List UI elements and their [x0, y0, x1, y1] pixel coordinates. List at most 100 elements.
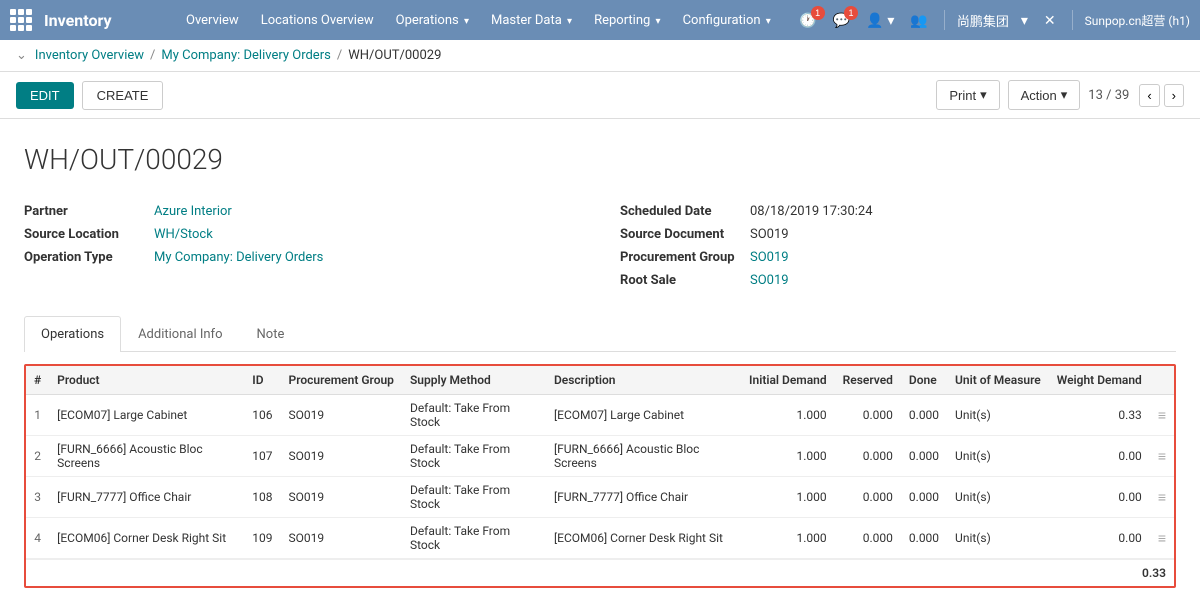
top-nav: Overview Locations Overview Operations ▾…: [176, 5, 789, 36]
action-label: Action: [1021, 88, 1057, 103]
cell-product: [FURN_6666] Acoustic Bloc Screens: [49, 436, 244, 477]
operations-table-container: # Product ID Procurement Group Supply Me…: [24, 364, 1176, 588]
field-value-source-document: SO019: [750, 227, 789, 242]
print-button[interactable]: Print ▾: [936, 80, 999, 110]
row-menu-icon[interactable]: ≡: [1158, 449, 1166, 465]
table-row[interactable]: 4 [ECOM06] Corner Desk Right Sit 109 SO0…: [26, 518, 1174, 559]
field-value-partner[interactable]: Azure Interior: [154, 204, 232, 219]
cell-weight: 0.33: [1049, 395, 1150, 436]
cell-list-icon[interactable]: ≡: [1150, 395, 1174, 436]
action-bar: EDIT CREATE Print ▾ Action ▾ 13 / 39 ‹ ›: [0, 72, 1200, 119]
cell-num: 2: [26, 436, 49, 477]
cell-done: 0.000: [901, 395, 947, 436]
cell-initial: 1.000: [741, 436, 835, 477]
total-weight-value: 0.33: [1086, 566, 1166, 580]
cell-list-icon[interactable]: ≡: [1150, 477, 1174, 518]
field-value-scheduled-date: 08/18/2019 17:30:24: [750, 204, 873, 219]
nav-configuration[interactable]: Configuration ▾: [673, 5, 781, 36]
app-logo[interactable]: Inventory: [10, 9, 170, 31]
breadcrumb: ⌄ Inventory Overview / My Company: Deliv…: [0, 40, 1200, 72]
table-row[interactable]: 2 [FURN_6666] Acoustic Bloc Screens 107 …: [26, 436, 1174, 477]
close-button[interactable]: ✕: [1040, 8, 1060, 33]
grid-icon: [10, 9, 32, 31]
field-value-root-sale[interactable]: SO019: [750, 273, 789, 288]
field-value-operation-type[interactable]: My Company: Delivery Orders: [154, 250, 323, 265]
cell-uom: Unit(s): [947, 477, 1049, 518]
cell-reserved: 0.000: [835, 477, 901, 518]
field-value-source-location[interactable]: WH/Stock: [154, 227, 213, 242]
company-dropdown[interactable]: ▾: [1017, 8, 1032, 33]
record-title: WH/OUT/00029: [24, 143, 1176, 176]
company-name[interactable]: 尚鹏集团: [957, 11, 1009, 30]
cell-list-icon[interactable]: ≡: [1150, 518, 1174, 559]
cell-product: [FURN_7777] Office Chair: [49, 477, 244, 518]
cell-desc: [FURN_6666] Acoustic Bloc Screens: [546, 436, 741, 477]
tab-additional-info[interactable]: Additional Info: [121, 316, 239, 352]
table-row[interactable]: 3 [FURN_7777] Office Chair 108 SO019 Def…: [26, 477, 1174, 518]
next-page-button[interactable]: ›: [1164, 84, 1184, 107]
col-actions: [1150, 366, 1174, 395]
col-done: Done: [901, 366, 947, 395]
field-label-source-location: Source Location: [24, 227, 154, 242]
nav-overview[interactable]: Overview: [176, 5, 249, 36]
action-button[interactable]: Action ▾: [1008, 80, 1081, 110]
cell-list-icon[interactable]: ≡: [1150, 436, 1174, 477]
field-label-operation-type: Operation Type: [24, 250, 154, 265]
row-menu-icon[interactable]: ≡: [1158, 490, 1166, 506]
chevron-down-icon: ▾: [980, 87, 987, 103]
cell-desc: [FURN_7777] Office Chair: [546, 477, 741, 518]
cell-reserved: 0.000: [835, 436, 901, 477]
col-product: Product: [49, 366, 244, 395]
col-procurement-group: Procurement Group: [281, 366, 402, 395]
chevron-down-icon: ▾: [656, 16, 661, 27]
cell-uom: Unit(s): [947, 395, 1049, 436]
breadcrumb-collapse-icon[interactable]: ⌄: [16, 48, 27, 63]
col-num: #: [26, 366, 49, 395]
fields-left: Partner Azure Interior Source Location W…: [24, 200, 580, 292]
app-name: Inventory: [44, 11, 112, 30]
tab-note[interactable]: Note: [240, 316, 302, 352]
col-weight-demand: Weight Demand: [1049, 366, 1150, 395]
field-procurement-group: Procurement Group SO019: [620, 246, 1176, 269]
breadcrumb-inventory-overview[interactable]: Inventory Overview: [35, 48, 144, 63]
field-label-source-document: Source Document: [620, 227, 750, 242]
nav-reporting[interactable]: Reporting ▾: [584, 5, 671, 36]
breadcrumb-delivery-orders[interactable]: My Company: Delivery Orders: [161, 48, 330, 63]
tab-operations[interactable]: Operations: [24, 316, 121, 352]
clock-button[interactable]: 🕐 1: [795, 8, 820, 33]
field-source-document: Source Document SO019: [620, 223, 1176, 246]
cell-uom: Unit(s): [947, 436, 1049, 477]
user-menu-button[interactable]: 👤 ▾: [862, 8, 898, 33]
chat-badge: 1: [844, 6, 858, 20]
cell-weight: 0.00: [1049, 477, 1150, 518]
prev-page-button[interactable]: ‹: [1139, 84, 1159, 107]
row-menu-icon[interactable]: ≡: [1158, 531, 1166, 547]
cell-desc: [ECOM06] Corner Desk Right Sit: [546, 518, 741, 559]
table-row[interactable]: 1 [ECOM07] Large Cabinet 106 SO019 Defau…: [26, 395, 1174, 436]
contacts-button[interactable]: 👥: [906, 8, 931, 33]
row-menu-icon[interactable]: ≡: [1158, 408, 1166, 424]
field-value-procurement-group[interactable]: SO019: [750, 250, 789, 265]
cell-num: 4: [26, 518, 49, 559]
edit-button[interactable]: EDIT: [16, 82, 74, 109]
cell-initial: 1.000: [741, 518, 835, 559]
field-source-location: Source Location WH/Stock: [24, 223, 580, 246]
nav-operations[interactable]: Operations ▾: [386, 5, 479, 36]
field-root-sale: Root Sale SO019: [620, 269, 1176, 292]
external-link[interactable]: Sunpop.cn超营 (h1): [1085, 12, 1190, 29]
operations-table: # Product ID Procurement Group Supply Me…: [26, 366, 1174, 559]
cell-weight: 0.00: [1049, 518, 1150, 559]
table-header-row: # Product ID Procurement Group Supply Me…: [26, 366, 1174, 395]
nav-master-data[interactable]: Master Data ▾: [481, 5, 582, 36]
fields-grid: Partner Azure Interior Source Location W…: [24, 200, 1176, 292]
nav-locations-overview[interactable]: Locations Overview: [251, 5, 384, 36]
cell-uom: Unit(s): [947, 518, 1049, 559]
action-bar-right: Print ▾ Action ▾ 13 / 39 ‹ ›: [936, 80, 1184, 110]
create-button[interactable]: CREATE: [82, 81, 164, 110]
col-supply-method: Supply Method: [402, 366, 546, 395]
cell-id: 109: [244, 518, 280, 559]
print-label: Print: [949, 88, 976, 103]
col-reserved: Reserved: [835, 366, 901, 395]
chevron-down-icon: ▾: [1061, 87, 1068, 103]
chat-button[interactable]: 💬 1: [829, 8, 854, 33]
